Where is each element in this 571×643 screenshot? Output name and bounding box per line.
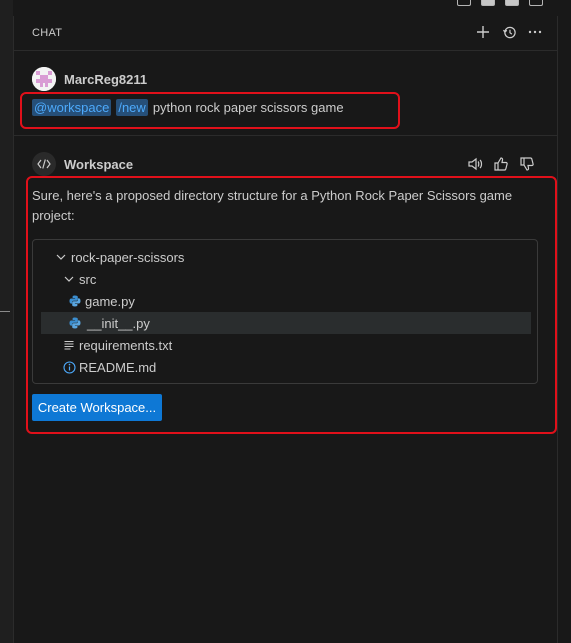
speaker-icon[interactable] — [466, 155, 484, 173]
sidebar-toggle-icon[interactable] — [505, 0, 519, 6]
chat-header: CHAT — [14, 16, 558, 51]
thumbs-up-icon[interactable] — [492, 155, 510, 173]
chat-view: CHAT MarcReg8211 @workspace /new python … — [0, 0, 571, 643]
response-actions — [466, 155, 536, 173]
more-icon[interactable] — [526, 23, 544, 41]
highlight-box-prompt — [20, 92, 400, 129]
new-chat-icon[interactable] — [474, 23, 492, 41]
panel-divider — [13, 16, 14, 643]
agent-name: Workspace — [64, 157, 134, 172]
panel-right-border — [557, 16, 558, 643]
username: MarcReg8211 — [64, 72, 148, 87]
panel-title: CHAT — [32, 27, 63, 39]
title-toolbar — [13, 0, 571, 16]
workspace-avatar — [32, 152, 56, 176]
message-divider — [14, 135, 558, 136]
highlight-box-response — [26, 176, 557, 434]
sash-handle[interactable] — [0, 311, 10, 312]
panel-toggle-icon[interactable] — [481, 0, 495, 6]
history-icon[interactable] — [500, 23, 518, 41]
secondary-sidebar-icon[interactable] — [529, 0, 543, 6]
thumbs-down-icon[interactable] — [518, 155, 536, 173]
avatar — [32, 67, 56, 91]
editor-edge — [0, 0, 13, 643]
layout-icon[interactable] — [457, 0, 471, 6]
